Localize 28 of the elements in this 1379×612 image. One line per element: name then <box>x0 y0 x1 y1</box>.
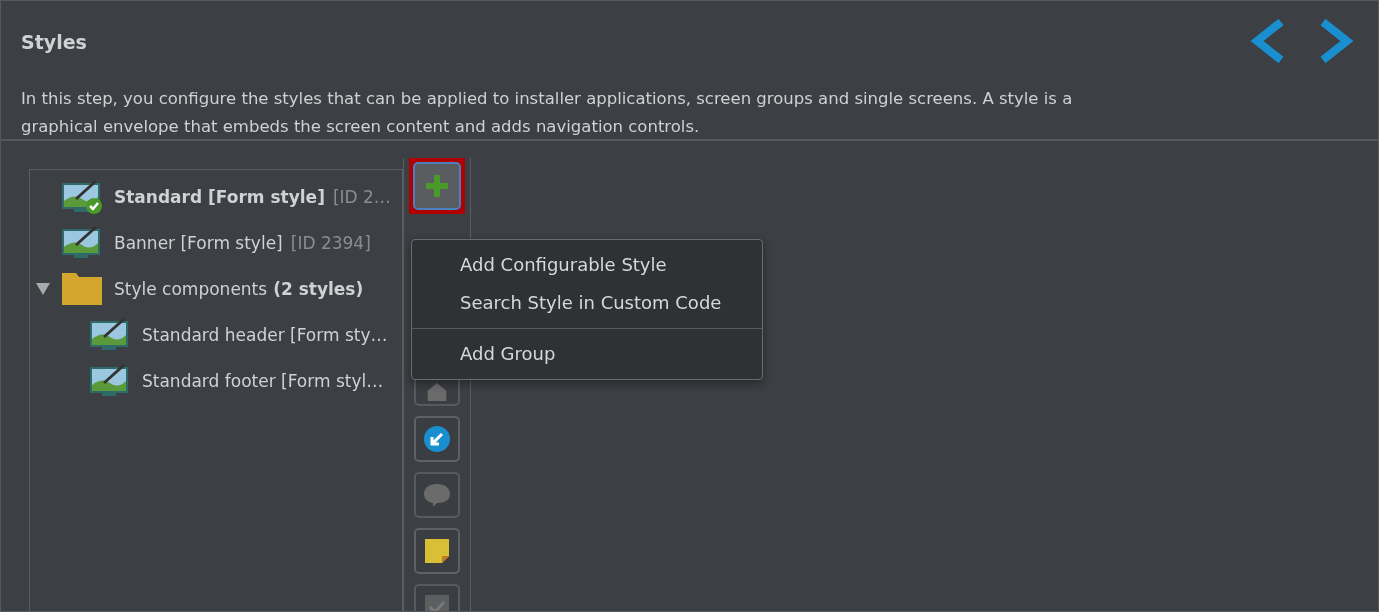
menu-item[interactable]: Add Configurable Style <box>412 246 762 284</box>
menu-item[interactable]: Add Group <box>412 335 762 373</box>
folder-icon <box>60 271 104 307</box>
tree-item-label: Standard header [Form sty… <box>142 325 388 345</box>
reuse-button[interactable] <box>414 416 460 462</box>
arrow-circle-icon <box>423 425 451 453</box>
item-id: [ID 2… <box>332 187 391 207</box>
page-title: Styles <box>21 31 87 53</box>
tree-item-label: Banner [Form style] <box>114 233 283 253</box>
speech-bubble-icon <box>423 481 451 509</box>
sticky-note-icon <box>424 538 450 564</box>
note-button[interactable] <box>414 528 460 574</box>
expand-triangle-icon[interactable] <box>36 283 52 295</box>
tree-item[interactable]: Standard footer [Form styl… <box>30 358 402 404</box>
tree-item-label: Style components <box>114 279 268 299</box>
tree-item[interactable]: Style components (2 styles) <box>30 266 402 312</box>
tree-item[interactable]: Standard [Form style] [ID 2… <box>30 174 402 220</box>
menu-item[interactable]: Search Style in Custom Code <box>412 284 762 322</box>
tree-item-label: Standard footer [Form styl… <box>142 371 384 391</box>
add-button[interactable] <box>413 162 461 210</box>
house-icon <box>426 383 448 401</box>
tree-item[interactable]: Standard header [Form sty… <box>30 312 402 358</box>
description-text: In this step, you configure the styles that can be applied to installer applications, screen groups and single screens. A style is a graphical envelope that embeds the screen content and adds navigation controls. <box>21 88 1074 138</box>
tree-item-label: Standard [Form style] <box>114 187 325 207</box>
plus-icon <box>424 173 450 199</box>
tree-item[interactable]: Banner [Form style] [ID 2394] <box>30 220 402 266</box>
item-id: [ID 2394] <box>290 233 371 253</box>
item-count: (2 styles) <box>273 279 364 299</box>
